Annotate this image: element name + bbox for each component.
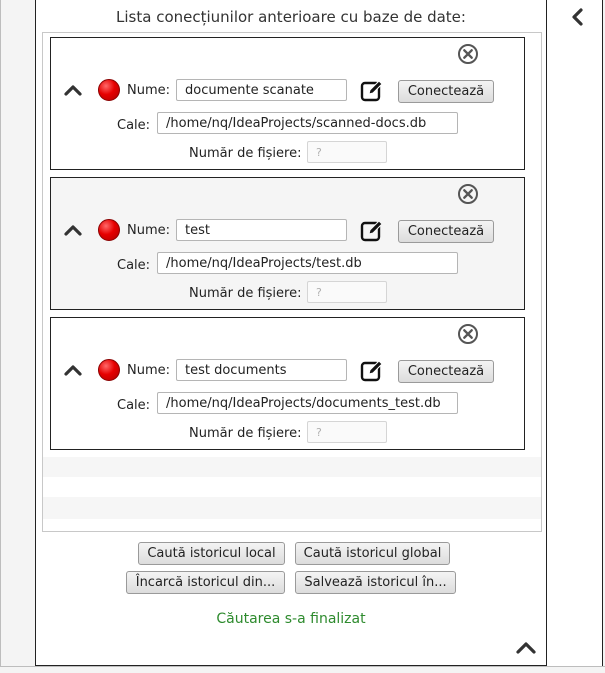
outer-left-border [0, 0, 1, 666]
file-count-field [307, 141, 387, 163]
path-input[interactable] [157, 252, 458, 274]
close-circle-icon[interactable] [457, 183, 479, 205]
connect-button[interactable]: Conectează [398, 80, 494, 103]
file-count-label: Număr de fișiere: [189, 286, 302, 301]
name-input[interactable] [176, 79, 347, 101]
name-input[interactable] [176, 219, 347, 241]
name-label: Nume: [127, 223, 171, 238]
outer-bottom-border [0, 666, 605, 667]
file-count-label: Număr de fișiere: [189, 146, 302, 161]
connection-card: Nume: Conectează Cale: Număr de fișiere: [50, 317, 525, 450]
file-count-field [307, 281, 387, 303]
search-local-history-button[interactable]: Caută istoricul local [138, 542, 285, 565]
edit-icon[interactable] [359, 218, 385, 244]
chevron-up-icon[interactable] [63, 80, 83, 100]
chevron-up-icon[interactable] [63, 220, 83, 240]
right-side-panel [546, 0, 603, 666]
path-label: Cale: [117, 398, 151, 413]
path-label: Cale: [117, 118, 151, 133]
file-count-label: Număr de fișiere: [189, 426, 302, 441]
edit-icon[interactable] [359, 358, 385, 384]
connect-button[interactable]: Conectează [398, 360, 494, 383]
save-history-button[interactable]: Salvează istoricul în... [295, 571, 456, 594]
connect-button[interactable]: Conectează [398, 220, 494, 243]
chevron-left-icon[interactable] [566, 6, 588, 28]
list-empty-row [43, 457, 541, 477]
status-message: Căutarea s-a finalizat [216, 611, 366, 627]
load-history-button[interactable]: Încarcă istoricul din... [126, 571, 285, 594]
close-circle-icon[interactable] [457, 43, 479, 65]
status-indicator-icon [98, 79, 120, 101]
connection-card: Nume: Conectează Cale: Număr de fișiere: [50, 37, 525, 170]
close-circle-icon[interactable] [457, 323, 479, 345]
status-indicator-icon [98, 359, 120, 381]
connection-card: Nume: Conectează Cale: Număr de fișiere: [50, 177, 525, 310]
connections-panel: Lista conecțiunilor anterioare cu baze d… [35, 0, 547, 666]
status-indicator-icon [98, 219, 120, 241]
name-label: Nume: [127, 83, 171, 98]
file-count-field [307, 421, 387, 443]
name-label: Nume: [127, 363, 171, 378]
connections-list[interactable]: Nume: Conectează Cale: Număr de fișiere:… [42, 32, 542, 532]
path-input[interactable] [157, 112, 458, 134]
panel-title: Lista conecțiunilor anterioare cu baze d… [116, 8, 466, 26]
chevron-up-icon[interactable] [514, 638, 538, 658]
path-input[interactable] [157, 392, 458, 414]
search-global-history-button[interactable]: Caută istoricul global [295, 542, 450, 565]
chevron-up-icon[interactable] [63, 360, 83, 380]
name-input[interactable] [176, 359, 347, 381]
path-label: Cale: [117, 258, 151, 273]
list-empty-row [43, 497, 541, 519]
edit-icon[interactable] [359, 78, 385, 104]
